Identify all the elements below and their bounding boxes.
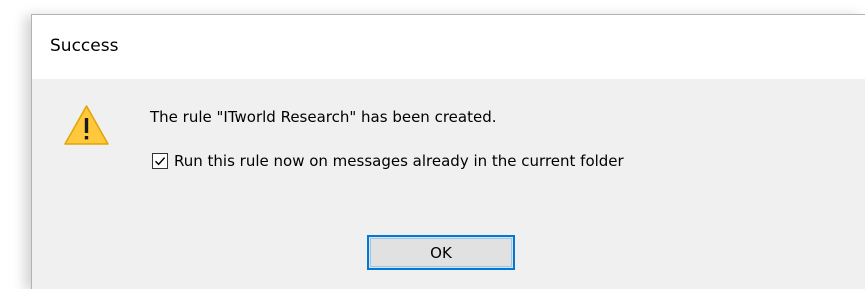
run-rule-now-label: Run this rule now on messages already in… [174, 152, 624, 170]
dialog-title: Success [50, 36, 119, 56]
dialog-message: The rule "ITworld Research" has been cre… [150, 108, 497, 126]
run-rule-now-option[interactable]: Run this rule now on messages already in… [152, 149, 624, 173]
success-dialog: Success The rule "ITworld Research" has … [31, 14, 865, 289]
ok-button-label: OK [430, 243, 452, 262]
run-rule-now-checkbox[interactable] [152, 153, 168, 169]
checkmark-icon [155, 157, 166, 166]
ok-button[interactable]: OK [367, 235, 515, 270]
warning-icon [63, 104, 110, 146]
dialog-titlebar[interactable]: Success [32, 15, 865, 79]
